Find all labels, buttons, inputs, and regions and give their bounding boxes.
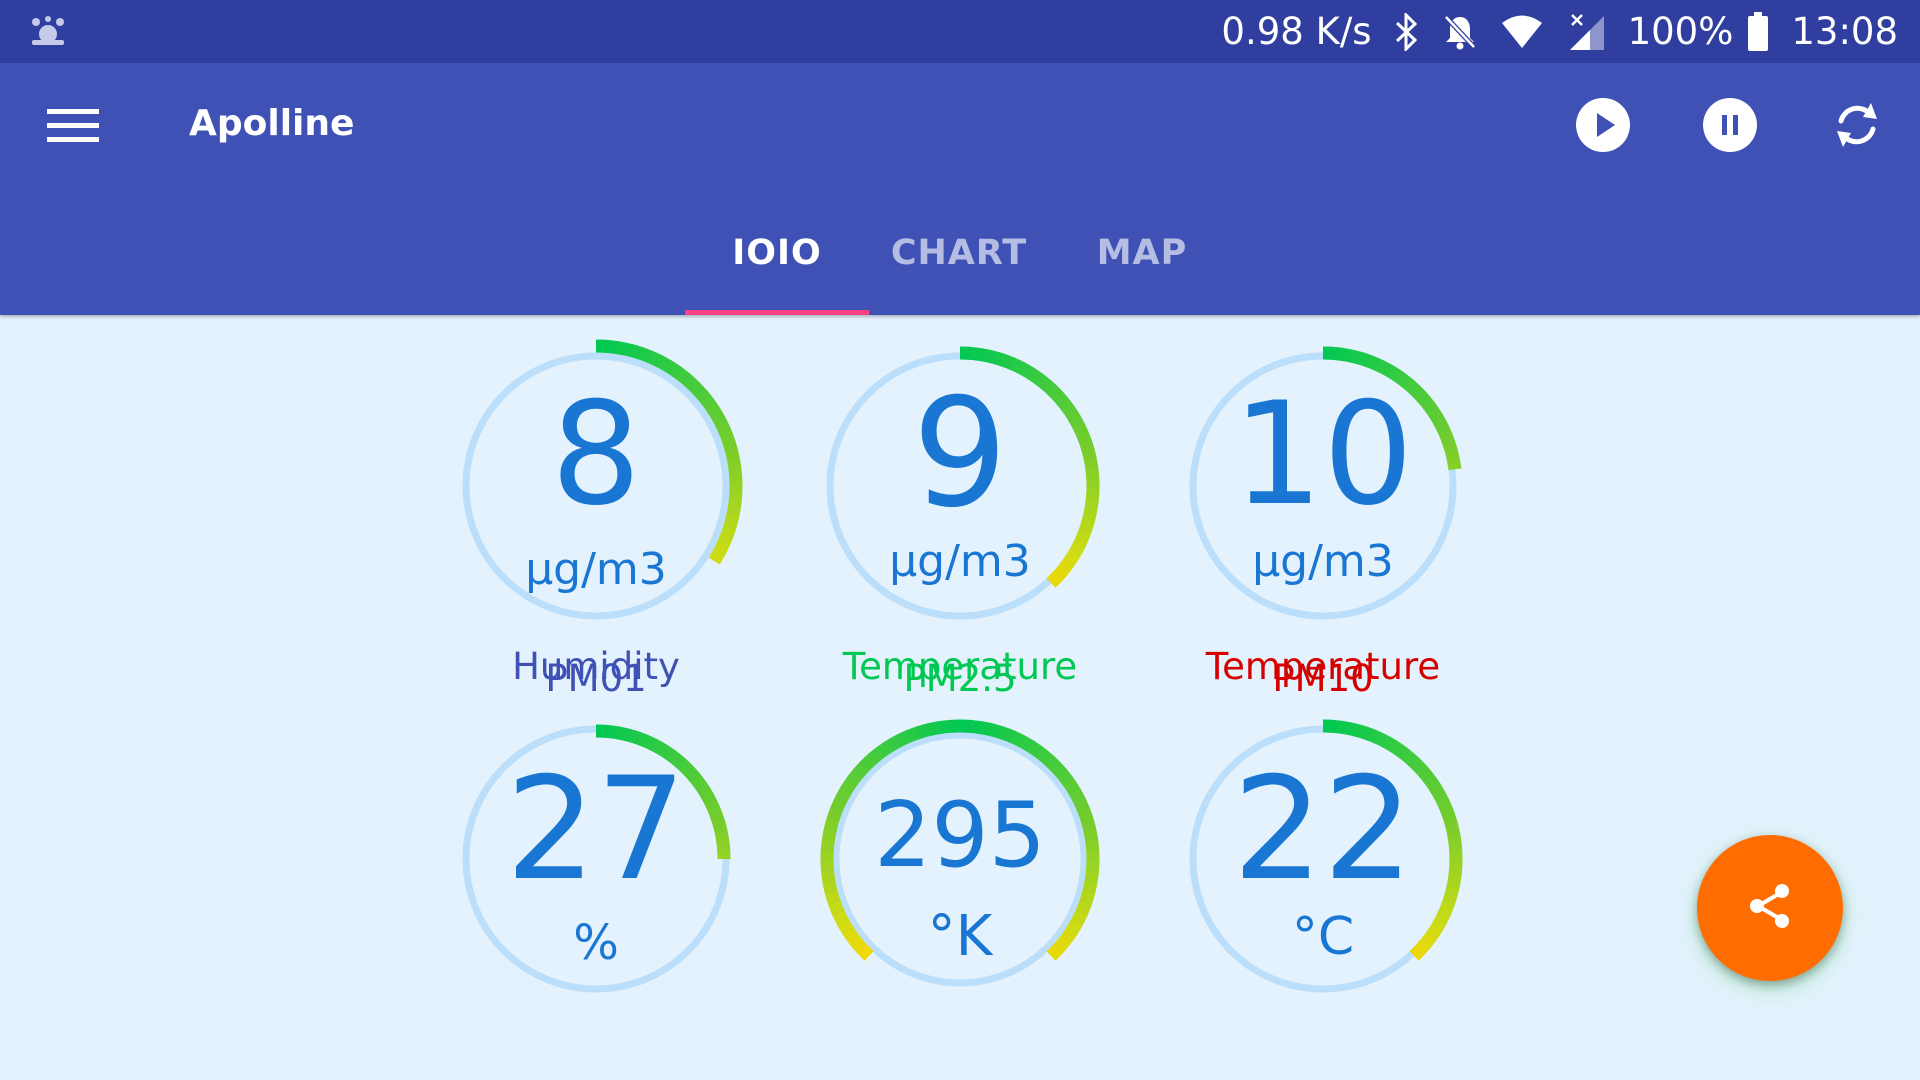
gauge-arc-segment (959, 719, 973, 734)
gauge-value: 9 (912, 367, 1008, 541)
gauge-value: 295 (874, 782, 1046, 888)
gauge-arc-segment (969, 719, 984, 735)
cell-signal-icon (1566, 12, 1606, 52)
gauge-arc-segment (822, 880, 838, 895)
gauge-arc-segment (905, 726, 922, 743)
bluetooth-icon (1394, 12, 1420, 51)
sync-button[interactable] (1826, 96, 1888, 158)
battery-percent: 100% (1627, 10, 1734, 53)
clock: 13:08 (1791, 10, 1898, 53)
gauge-arc-segment (927, 721, 942, 737)
gauge-arc-segment (1018, 735, 1035, 753)
tab-map[interactable]: MAP (1050, 190, 1234, 315)
gauge-arc-segment (886, 734, 903, 752)
gauge-pm10: 10 µg/m3 PM10 (1170, 333, 1476, 700)
gauge-label: Humidity (512, 645, 680, 688)
share-button[interactable] (1697, 835, 1843, 981)
gauge-arc-segment (1035, 746, 1053, 765)
gauge-arc-segment (1026, 740, 1044, 759)
gauge-arc-segment (877, 739, 895, 758)
gauge-arc-segment (1050, 761, 1068, 779)
play-icon (1575, 97, 1631, 157)
gauge-unit: µg/m3 (889, 536, 1031, 587)
tab-ioio[interactable]: IOIO (685, 190, 869, 315)
gauge-value: 22 (1232, 746, 1414, 912)
gauge-grid: 8 µg/m3 PM01 9 µg/m3 PM2.5 10 µg/m3 PM10 27% Hu… (0, 315, 1920, 1080)
gauge-arc-segment (840, 777, 858, 795)
share-icon (1742, 878, 1798, 938)
gauge-arc-segment (999, 726, 1016, 743)
gauge-arc-segment (860, 752, 878, 771)
gauge-arc-segment (1081, 881, 1098, 897)
tab-chart[interactable]: CHART (867, 190, 1051, 315)
gauge-arc-segment (1078, 891, 1095, 907)
gauge-value: 8 (550, 371, 642, 537)
gauge-arc-segment (937, 719, 952, 735)
gauge-pm25: 9 µg/m3 PM2.5 (807, 333, 1113, 700)
gauge-arc-segment (868, 746, 886, 764)
gauge-arc-segment (979, 721, 995, 737)
hamburger-menu-icon (47, 105, 99, 149)
gauge-unit: µg/m3 (525, 544, 667, 595)
status-bar: 0.98 K/s 100% 13:08 (0, 0, 1920, 63)
gauge-arc-segment (989, 723, 1005, 740)
gauge-arc-segment (824, 890, 841, 906)
notifications-off-icon (1442, 13, 1478, 51)
sync-icon (1829, 97, 1885, 157)
network-speed: 0.98 K/s (1221, 10, 1372, 53)
gauge-value: 10 (1232, 371, 1414, 537)
play-button[interactable] (1572, 96, 1634, 158)
gauge-label: Temperature (1205, 645, 1441, 688)
app-bar: Apolline (0, 63, 1920, 190)
gauge-value: 27 (505, 746, 687, 912)
gauge-unit: % (573, 915, 619, 971)
gauge-pm01: 8 µg/m3 PM01 (436, 326, 756, 700)
gauge-arc-segment (1008, 730, 1026, 748)
gauge-label: Temperature (842, 645, 1078, 688)
gauge-arc-segment (846, 768, 864, 786)
gauge-unit: °K (927, 904, 993, 969)
gauge-unit: µg/m3 (1252, 536, 1394, 587)
gauge-arc-segment (1043, 753, 1061, 772)
gauge-arc-segment (1057, 769, 1075, 787)
gauge-arc-segment (895, 729, 913, 747)
gauge-temperature-celsius: 22 °C Temperature (1170, 645, 1476, 1012)
gauge-arc-segment (916, 723, 932, 739)
battery-icon (1747, 11, 1769, 52)
tab-bar: IOIO CHART MAP (0, 190, 1920, 315)
wifi-icon (1500, 14, 1544, 50)
gauge-temperature-kelvin: 295 °K Temperature (807, 645, 1113, 1012)
app-notification-icon (26, 14, 70, 50)
gauge-humidity: 27% Humidity (448, 645, 744, 1007)
pause-button[interactable] (1699, 96, 1761, 158)
gauge-arc-segment (852, 760, 871, 779)
pause-icon (1702, 97, 1758, 157)
menu-button[interactable] (36, 97, 110, 157)
app-title: Apolline (189, 103, 355, 144)
gauge-unit: °C (1291, 907, 1355, 967)
